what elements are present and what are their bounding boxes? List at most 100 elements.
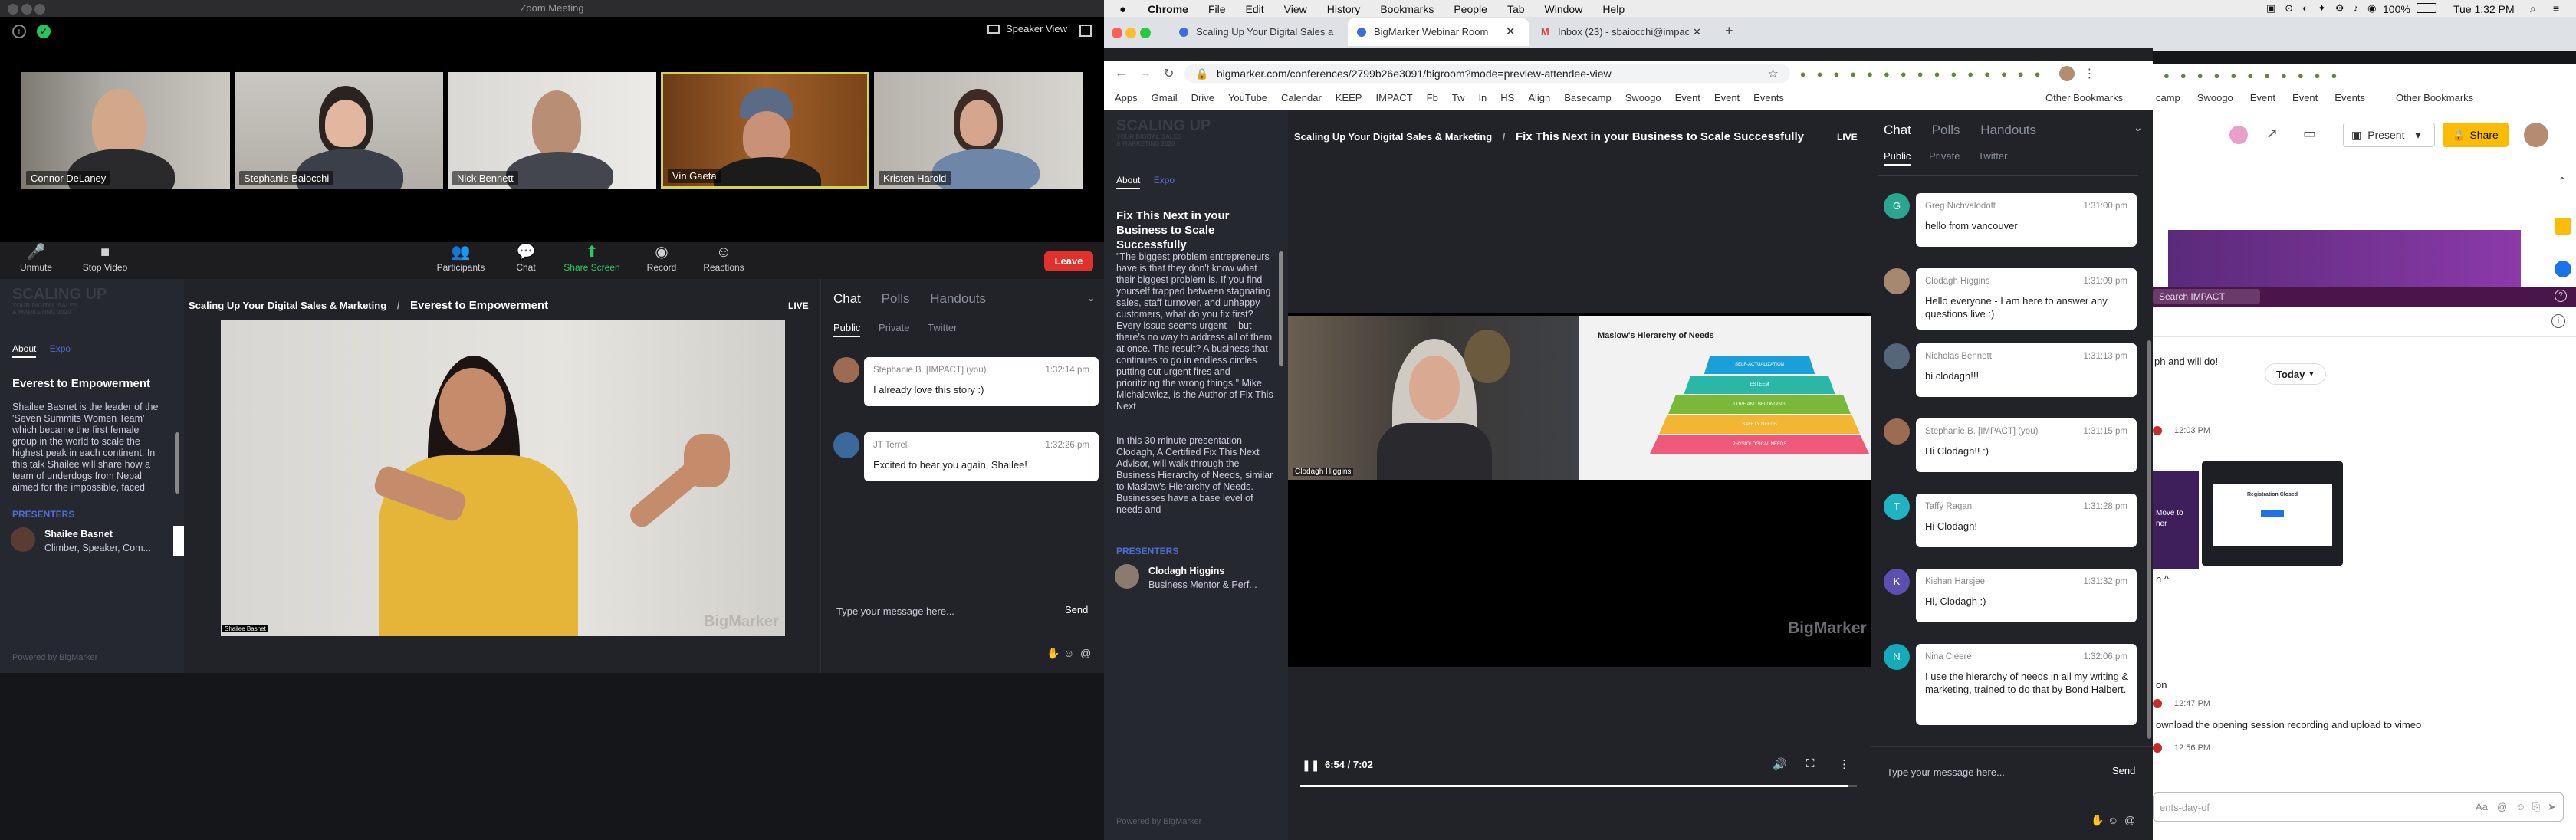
presenter-name[interactable]: Clodagh Higgins [1148, 566, 1224, 576]
subtab-public[interactable]: Public [1884, 150, 1911, 166]
bookmark-apps[interactable]: Apps [1115, 92, 1138, 103]
tab-chat[interactable]: Chat [833, 291, 861, 306]
subtab-twitter[interactable]: Twitter [928, 322, 957, 333]
tab-polls[interactable]: Polls [882, 291, 910, 306]
forward-icon[interactable]: → [1139, 67, 1152, 80]
bookmark[interactable]: YouTube [1228, 92, 1267, 103]
emoji-icon[interactable]: ☺ [2108, 814, 2118, 826]
menu-file[interactable]: File [1208, 3, 1226, 15]
participant-tile-active-speaker[interactable]: Vin Gaeta [661, 72, 869, 189]
attach-icon[interactable]: ⎘ [2532, 801, 2540, 813]
date-divider-button[interactable]: Today ▾ [2265, 363, 2326, 385]
tasks-icon[interactable] [2555, 261, 2571, 277]
participants-button[interactable]: 👥 Participants [434, 242, 488, 273]
tab-handouts[interactable]: Handouts [1980, 123, 2036, 137]
fullscreen-icon[interactable]: ⛶ [1806, 757, 1815, 770]
collapse-chevron-icon[interactable]: ⌄ [1086, 291, 1096, 304]
subtab-twitter[interactable]: Twitter [1978, 150, 2007, 162]
bookmark[interactable]: Event [1714, 92, 1740, 103]
subtab-private[interactable]: Private [879, 322, 909, 333]
status-icons[interactable]: ▣⊙◐✦⚙♪◉ [2266, 2, 2385, 15]
keep-icon[interactable] [2555, 218, 2571, 235]
comments-icon[interactable]: ▭ [2303, 126, 2316, 142]
send-button[interactable]: Send [2112, 765, 2135, 776]
bookmark[interactable]: KEEP [1336, 92, 1362, 103]
attachment-card[interactable]: Move to ner [2153, 471, 2199, 569]
browser-tab[interactable]: Scaling Up Your Digital Sales a [1170, 18, 1345, 46]
send-icon[interactable]: ➤ [2548, 801, 2556, 813]
menu-bookmarks[interactable]: Bookmarks [1380, 3, 1434, 15]
presenter-name[interactable]: Shailee Basnet [44, 529, 113, 540]
spotlight-search-icon[interactable]: ⌕ [2530, 2, 2536, 15]
close-tab-icon[interactable]: ✕ [1693, 18, 1701, 46]
bookmark[interactable]: HS [1500, 92, 1514, 103]
chrome-menu-icon[interactable]: ⋮ [2084, 66, 2096, 81]
close-tab-icon[interactable]: ✕ [1506, 18, 1516, 46]
pause-icon[interactable]: ❚❚ [1302, 759, 1319, 772]
bookmark[interactable]: camp [2156, 92, 2180, 103]
channel-info-icon[interactable]: i [2551, 314, 2565, 328]
back-icon[interactable]: ← [1115, 67, 1127, 80]
menu-view[interactable]: View [1284, 3, 1307, 15]
security-shield-icon[interactable]: ✓ [37, 25, 51, 38]
profile-avatar[interactable] [2058, 66, 2075, 81]
clock[interactable]: Tue 1:32 PM [2453, 3, 2515, 15]
window-controls[interactable] [8, 3, 46, 20]
formatting-icon[interactable]: Aa [2476, 801, 2488, 812]
traffic-lights[interactable] [1112, 28, 1151, 42]
mention-icon[interactable]: @ [2497, 801, 2507, 812]
info-icon[interactable]: i [12, 25, 26, 38]
hand-icon[interactable]: ✋ [2091, 814, 2104, 827]
progress-track[interactable] [1300, 785, 1857, 787]
thread-replies[interactable]: n ^ [2156, 573, 2169, 585]
bookmark-star-icon[interactable]: ☆ [1767, 66, 1778, 81]
bookmark[interactable]: Event [2250, 92, 2275, 103]
present-button[interactable]: ▣ Present ▾ [2343, 123, 2435, 147]
tab-expo[interactable]: Expo [50, 343, 71, 354]
battery-icon[interactable] [2417, 3, 2436, 13]
emoji-icon[interactable]: ☺ [1063, 647, 1074, 659]
speaker-view-button[interactable]: Speaker View [987, 23, 1067, 34]
tab-polls[interactable]: Polls [1932, 123, 1960, 137]
tab-chat[interactable]: Chat [1884, 123, 1911, 137]
hand-icon[interactable]: ✋ [1046, 647, 1060, 660]
tab-about[interactable]: About [12, 343, 37, 358]
participant-tile[interactable]: Connor DeLaney [21, 72, 230, 189]
participant-tile[interactable]: Nick Bennett [448, 72, 656, 189]
help-icon[interactable]: ? [2555, 290, 2567, 302]
breadcrumb-root[interactable]: Scaling Up Your Digital Sales & Marketin… [1294, 131, 1492, 143]
bookmark[interactable]: Event [1675, 92, 1700, 103]
bookmark[interactable]: Swoogo [2197, 92, 2233, 103]
bookmark[interactable]: Fb [1427, 92, 1438, 103]
slack-search[interactable]: Search IMPACT [2153, 289, 2260, 304]
scrollbar[interactable] [175, 432, 179, 494]
subtab-private[interactable]: Private [1929, 150, 1960, 162]
share-button[interactable]: 🔒 Share [2443, 123, 2509, 147]
new-tab-icon[interactable]: + [1725, 23, 1733, 39]
activity-icon[interactable]: ↗ [2266, 126, 2278, 142]
mention-icon[interactable]: @ [1080, 647, 1091, 659]
bookmark[interactable]: Drive [1191, 92, 1214, 103]
menu-help[interactable]: Help [1602, 3, 1625, 15]
record-button[interactable]: ◉ Record [644, 242, 679, 273]
leave-button[interactable]: Leave [1044, 251, 1093, 271]
breadcrumb-root[interactable]: Scaling Up Your Digital Sales & Marketin… [189, 300, 386, 311]
url-field[interactable]: 🔒 bigmarker.com/conferences/2799b26e3091… [1184, 64, 1791, 83]
reload-icon[interactable]: ↻ [1164, 66, 1174, 81]
share-screen-button[interactable]: ⬆ Share Screen [563, 242, 621, 273]
other-bookmarks[interactable]: Other Bookmarks [2396, 92, 2473, 103]
scrollbar[interactable] [1279, 251, 1283, 366]
more-options-icon[interactable]: ⋮ [1838, 757, 1850, 771]
bookmark[interactable]: Basecamp [1564, 92, 1611, 103]
participant-tile[interactable]: Stephanie Baiocchi [235, 72, 443, 189]
subtab-public[interactable]: Public [833, 322, 861, 337]
presenter-avatar[interactable] [1115, 564, 1139, 589]
bookmark[interactable]: Events [2334, 92, 2365, 103]
presenter-avatar[interactable] [11, 527, 35, 552]
bookmark[interactable]: Align [1528, 92, 1550, 103]
chat-button[interactable]: 💬 Chat [512, 242, 540, 273]
chat-scrollbar[interactable] [2147, 340, 2151, 739]
participant-tile[interactable]: Kristen Harold [874, 72, 1083, 189]
message-composer[interactable]: ents-day-of Aa @ ☺ ⎘ ➤ [2153, 792, 2564, 822]
video-player[interactable]: Shailee Basnet BigMarker [221, 320, 785, 636]
